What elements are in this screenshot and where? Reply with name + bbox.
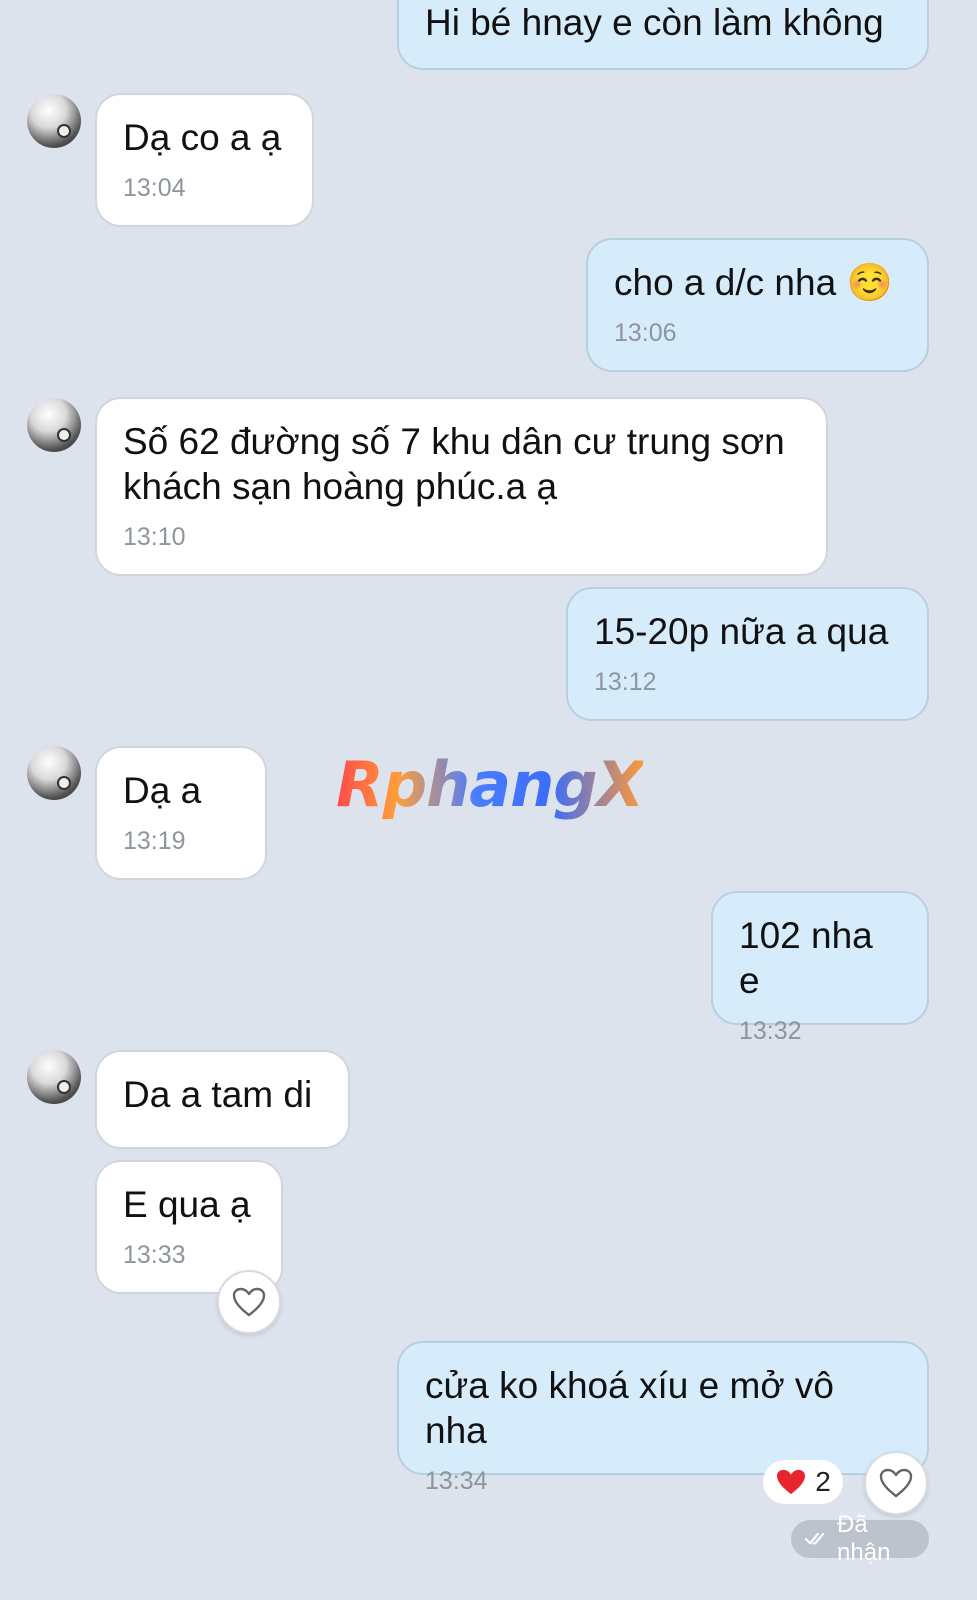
- message-text: Dạ a: [123, 770, 202, 811]
- delivery-status-label: Đã nhận: [837, 1511, 891, 1566]
- message-bubble-incoming[interactable]: Da a tam di: [95, 1050, 350, 1149]
- message-text: 15-20p nữa a qua: [594, 611, 889, 652]
- message-text: Số 62 đường số 7 khu dân cư trung sơn kh…: [123, 421, 785, 507]
- message-text: cửa ko khoá xíu e mở vô nha: [425, 1365, 845, 1451]
- contact-avatar[interactable]: [27, 746, 81, 800]
- message-time: 13:06: [614, 319, 677, 347]
- message-bubble-incoming[interactable]: Số 62 đường số 7 khu dân cư trung sơn kh…: [95, 397, 828, 576]
- contact-avatar[interactable]: [27, 1050, 81, 1104]
- message-time: 13:33: [123, 1241, 186, 1269]
- red-heart-icon: [777, 1469, 806, 1495]
- react-heart-button[interactable]: [217, 1270, 281, 1334]
- contact-avatar[interactable]: [27, 398, 81, 452]
- delivery-status: Đã nhận: [791, 1511, 929, 1566]
- message-bubble-outgoing[interactable]: cửa ko khoá xíu e mở vô nha 13:34: [397, 1341, 929, 1495]
- message-time: 13:10: [123, 523, 186, 551]
- double-check-icon: [805, 1532, 825, 1545]
- message-bubble-incoming[interactable]: Dạ a 13:19: [95, 746, 267, 880]
- reaction-summary[interactable]: 2: [763, 1460, 843, 1504]
- heart-outline-icon: [879, 1468, 913, 1498]
- message-text: 102 nha e: [739, 915, 884, 1001]
- message-text: cho a d/c nha ☺️: [614, 262, 893, 303]
- react-heart-button[interactable]: [864, 1451, 928, 1515]
- message-bubble-outgoing[interactable]: Hi bé hnay e còn làm không: [397, 0, 929, 70]
- message-bubble-outgoing[interactable]: 102 nha e 13:32: [711, 891, 929, 1045]
- message-time: 13:32: [739, 1017, 802, 1045]
- heart-outline-icon: [232, 1287, 266, 1317]
- message-text: Da a tam di: [123, 1074, 313, 1115]
- message-time: 13:12: [594, 668, 657, 696]
- message-text: Hi bé hnay e còn làm không: [425, 2, 884, 43]
- watermark-logo: RphangX: [336, 748, 644, 821]
- message-bubble-incoming[interactable]: Dạ co a ạ 13:04: [95, 93, 314, 227]
- message-bubble-outgoing[interactable]: 15-20p nữa a qua 13:12: [566, 587, 929, 721]
- message-text: Dạ co a ạ: [123, 117, 282, 158]
- contact-avatar[interactable]: [27, 94, 81, 148]
- reaction-count: 2: [815, 1466, 831, 1497]
- message-text: E qua ạ: [123, 1184, 251, 1225]
- message-bubble-outgoing[interactable]: cho a d/c nha ☺️ 13:06: [586, 238, 929, 372]
- message-time: 13:04: [123, 174, 186, 202]
- message-time: 13:19: [123, 827, 186, 855]
